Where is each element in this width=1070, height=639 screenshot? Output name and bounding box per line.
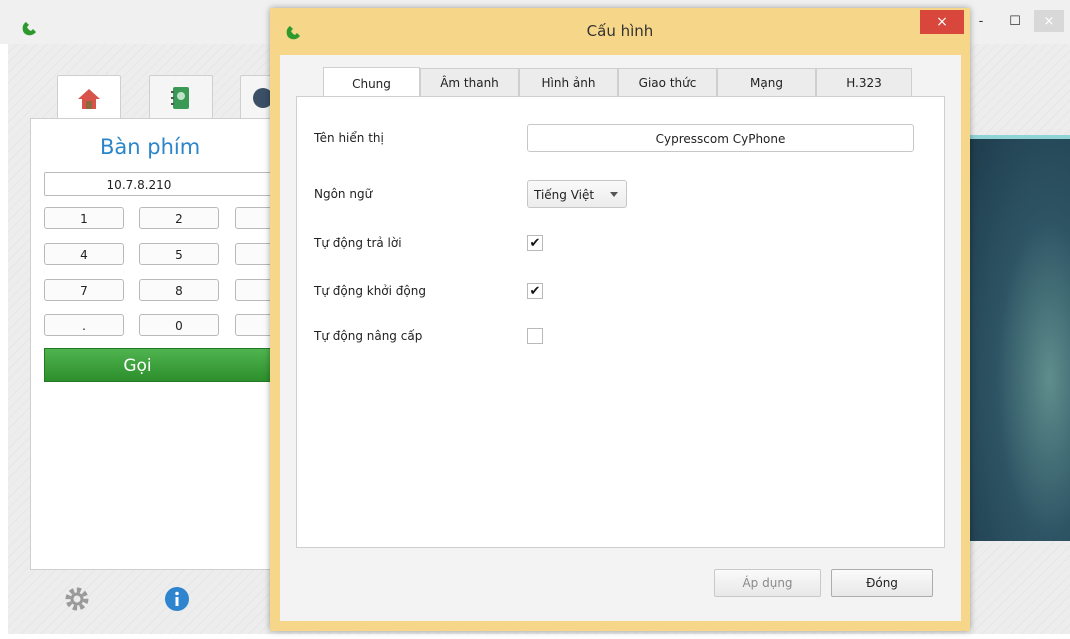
close-button[interactable]: × — [1034, 10, 1064, 32]
tab-am-thanh[interactable]: Âm thanh — [420, 68, 519, 96]
tab-hinh-anh[interactable]: Hình ảnh — [519, 68, 618, 96]
general-tab-pane — [296, 96, 945, 548]
key-1[interactable]: 1 — [44, 207, 124, 229]
tab-giao-thuc[interactable]: Giao thức — [618, 68, 717, 96]
key-7[interactable]: 7 — [44, 279, 124, 301]
key-4[interactable]: 4 — [44, 243, 124, 265]
settings-icon[interactable] — [62, 584, 92, 614]
auto-update-label: Tự động nâng cấp — [314, 329, 423, 343]
key-dot[interactable]: . — [44, 314, 124, 336]
auto-answer-checkbox[interactable]: ✔ — [527, 235, 543, 251]
maximize-button[interactable]: ☐ — [1000, 10, 1030, 32]
apply-button[interactable]: Áp dụng — [714, 569, 821, 597]
auto-start-checkbox[interactable]: ✔ — [527, 283, 543, 299]
tab-h323[interactable]: H.323 — [816, 68, 912, 96]
contacts-icon — [171, 87, 189, 109]
phone-icon — [20, 20, 40, 38]
number-input[interactable]: 10.7.8.210 — [44, 172, 274, 196]
key-2[interactable]: 2 — [139, 207, 219, 229]
close-dialog-button[interactable]: Đóng — [831, 569, 933, 597]
tab-home[interactable] — [57, 75, 121, 122]
auto-update-checkbox[interactable] — [527, 328, 543, 344]
video-border — [968, 135, 1070, 139]
tab-contacts[interactable] — [149, 75, 213, 120]
language-select[interactable]: Tiếng Việt — [527, 180, 627, 208]
minimize-button[interactable]: - — [966, 10, 996, 32]
display-name-label: Tên hiển thị — [314, 131, 384, 145]
history-icon — [253, 88, 271, 108]
key-0[interactable]: 0 — [139, 314, 219, 336]
key-5[interactable]: 5 — [139, 243, 219, 265]
auto-answer-label: Tự động trả lời — [314, 236, 402, 250]
dialog-close-button[interactable]: × — [920, 10, 964, 34]
call-button[interactable]: Gọi — [44, 348, 276, 382]
dialog-title: Cấu hình — [586, 22, 654, 40]
key-8[interactable]: 8 — [139, 279, 219, 301]
display-name-field[interactable]: Cypresscom CyPhone — [527, 124, 914, 152]
chevron-down-icon — [610, 192, 618, 197]
language-value: Tiếng Việt — [534, 188, 595, 202]
auto-start-label: Tự động khởi động — [314, 284, 426, 298]
language-label: Ngôn ngữ — [314, 187, 373, 201]
tab-mang[interactable]: Mạng — [717, 68, 816, 96]
tab-chung[interactable]: Chung — [323, 67, 420, 97]
video-preview — [968, 135, 1070, 541]
keypad-title: Bàn phím — [100, 135, 201, 159]
info-icon[interactable] — [162, 584, 192, 614]
home-icon — [78, 89, 100, 109]
